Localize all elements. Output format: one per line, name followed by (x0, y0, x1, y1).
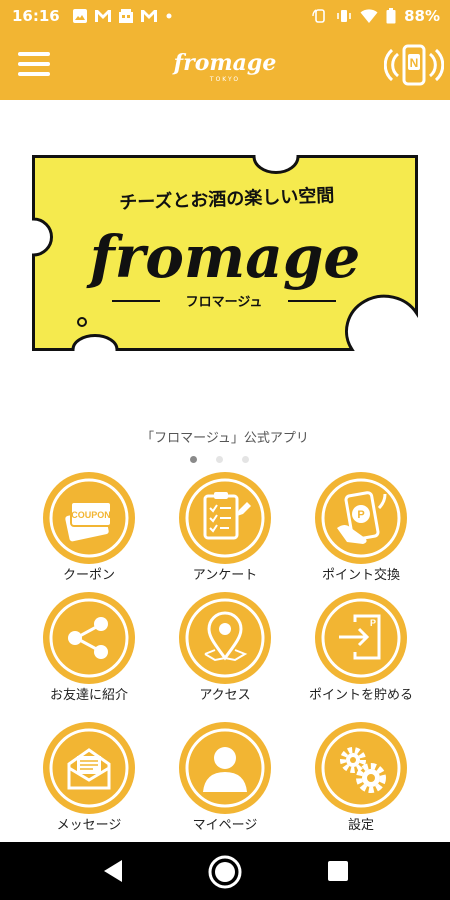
menu-label: 設定 (347, 818, 374, 833)
menu-label: メッセージ (56, 818, 122, 833)
questionnaire-icon (185, 478, 265, 558)
menu-label: お友達に紹介 (49, 688, 128, 703)
svg-text:P: P (370, 618, 376, 628)
menu-item-share[interactable]: お友達に紹介 (21, 592, 157, 712)
coupon-icon: COUPON (49, 478, 129, 558)
menu-item-collect-points[interactable]: P ポイントを貯める (293, 592, 429, 712)
caption: 「フロマージュ」公式アプリ (141, 431, 309, 446)
svg-text:COUPON: COUPON (71, 510, 111, 520)
back-triangle-icon[interactable] (100, 858, 126, 884)
banner-logo: fromage (86, 223, 361, 291)
svg-text:P: P (357, 509, 364, 521)
share-icon (49, 598, 129, 678)
menu-label: アクセス (199, 688, 251, 703)
menu-label: ポイント交換 (321, 568, 400, 583)
collect-points-icon: P (321, 598, 401, 678)
fromage-banner: チーズとお酒の楽しい空間 fromage フロマージュ (32, 155, 418, 351)
point-exchange-icon: P (321, 478, 401, 558)
menu-label: ポイントを貯める (308, 688, 413, 703)
menu-item-coupon[interactable]: COUPON クーポン (21, 472, 157, 592)
recent-square-icon[interactable] (328, 861, 348, 881)
carousel-dot[interactable] (242, 456, 249, 463)
map-pin-icon (185, 598, 265, 678)
menu-item-access[interactable]: アクセス (157, 592, 293, 712)
system-nav-bar (0, 842, 450, 900)
menu-item-questionnaire[interactable]: アンケート (157, 472, 293, 592)
menu-item-settings[interactable]: 設定 (293, 722, 429, 842)
menu-label: クーポン (62, 568, 115, 583)
menu-item-point-exchange[interactable]: P ポイント交換 (293, 472, 429, 592)
home-circle-icon[interactable] (207, 854, 243, 890)
menu-item-mypage[interactable]: マイページ (157, 722, 293, 842)
carousel-dots (190, 456, 249, 463)
gears-icon (321, 728, 401, 808)
carousel-dot[interactable] (216, 456, 223, 463)
menu-item-message[interactable]: メッセージ (21, 722, 157, 842)
menu-label: アンケート (192, 568, 258, 583)
profile-icon (185, 728, 265, 808)
carousel-dot[interactable] (190, 456, 197, 463)
message-icon (49, 728, 129, 808)
banner-reading: フロマージュ (186, 295, 263, 310)
menu-label: マイページ (192, 818, 258, 833)
